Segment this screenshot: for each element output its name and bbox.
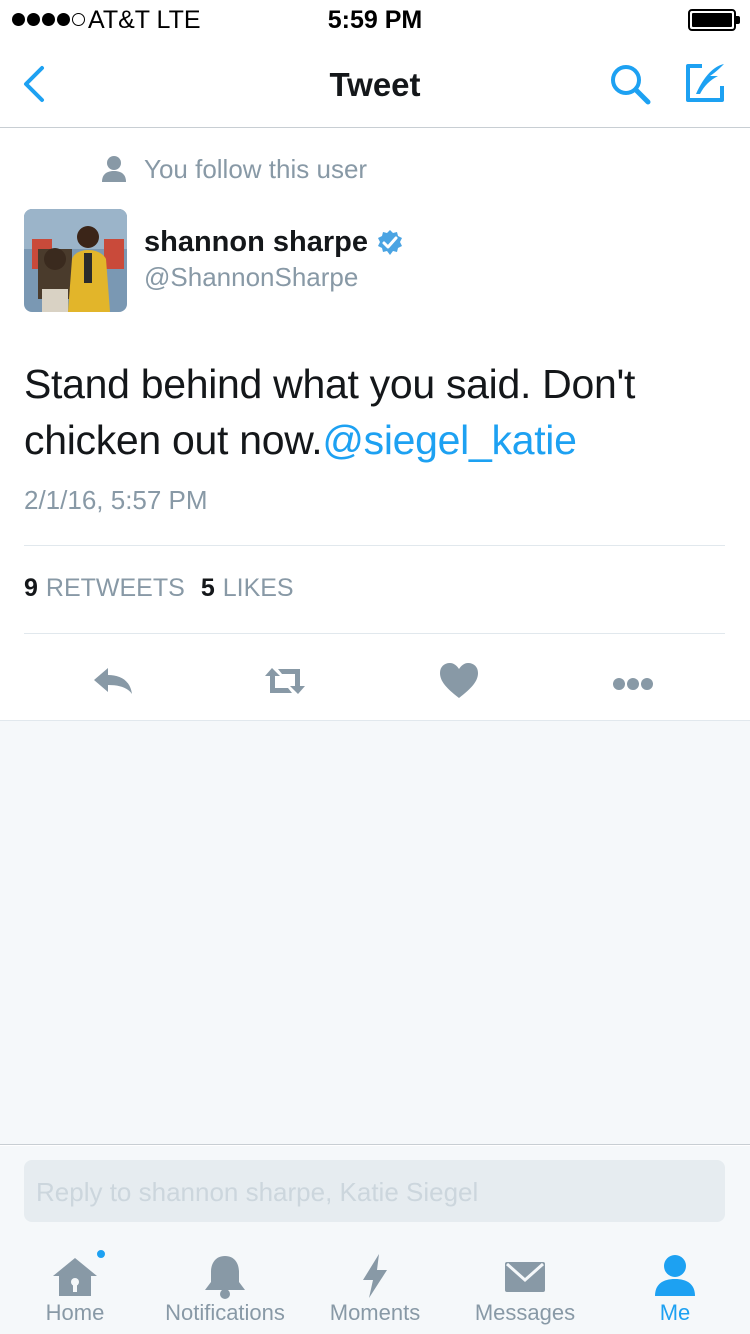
home-icon (53, 1258, 97, 1296)
user-handle[interactable]: @ShannonSharpe (144, 262, 358, 293)
user-name-text: shannon sharpe (144, 226, 368, 258)
mention-link[interactable]: @siegel_katie (322, 417, 577, 463)
like-heart-icon[interactable] (436, 658, 482, 704)
likes-stat[interactable]: 5 LIKES (201, 574, 294, 603)
compose-icon[interactable] (680, 58, 730, 108)
more-options-icon[interactable] (610, 658, 656, 704)
retweets-stat[interactable]: 9 RETWEETS (24, 574, 185, 603)
tab-me-label: Me (659, 1300, 691, 1325)
person-icon (102, 156, 126, 182)
avatar[interactable] (24, 209, 127, 312)
tab-bar: Home Notifications Moments Messages Me (0, 1236, 750, 1334)
divider (24, 633, 725, 634)
verified-badge-icon (378, 229, 402, 255)
reply-bar: Reply to shannon sharpe, Katie Siegel (0, 1146, 750, 1236)
tweet-stats: 9 RETWEETS 5 LIKES (24, 574, 294, 603)
tab-messages-label: Messages (474, 1300, 576, 1325)
retweet-count: 9 (24, 574, 38, 602)
tweet-body: Stand behind what you said. Don't chicke… (24, 356, 724, 468)
lightning-icon (363, 1254, 387, 1298)
search-icon[interactable] (606, 60, 656, 110)
follow-context-label: You follow this user (144, 153, 368, 184)
tab-moments[interactable]: Moments (300, 1236, 450, 1334)
empty-replies-area (0, 720, 750, 1145)
follow-context: You follow this user (100, 152, 367, 186)
like-count: 5 (200, 574, 215, 602)
tab-moments-label: Moments (329, 1300, 421, 1325)
tab-home[interactable]: Home (0, 1236, 150, 1334)
bell-icon (205, 1256, 245, 1299)
divider (24, 545, 725, 546)
tab-notifications[interactable]: Notifications (150, 1236, 300, 1334)
person-icon (655, 1255, 695, 1296)
status-time: 5:59 PM (327, 6, 423, 34)
battery-icon (688, 9, 740, 31)
tweet-actions (0, 650, 750, 720)
reply-input[interactable]: Reply to shannon sharpe, Katie Siegel (24, 1160, 725, 1222)
envelope-icon (505, 1262, 545, 1292)
tweet-timestamp: 2/1/16, 5:57 PM (24, 485, 208, 515)
tab-messages[interactable]: Messages (450, 1236, 600, 1334)
like-label: LIKES (222, 574, 294, 602)
user-display-name[interactable]: shannon sharpe (144, 226, 404, 259)
new-content-dot (95, 1248, 107, 1260)
retweet-label: RETWEETS (45, 574, 185, 602)
status-bar: AT&T LTE 5:59 PM (0, 0, 750, 40)
reply-icon[interactable] (90, 658, 136, 704)
tab-me[interactable]: Me (600, 1236, 750, 1334)
tab-notifications-label: Notifications (165, 1300, 285, 1325)
retweet-icon[interactable] (262, 658, 308, 704)
navigation-bar: Tweet (0, 40, 750, 128)
tab-home-label: Home (45, 1300, 105, 1325)
